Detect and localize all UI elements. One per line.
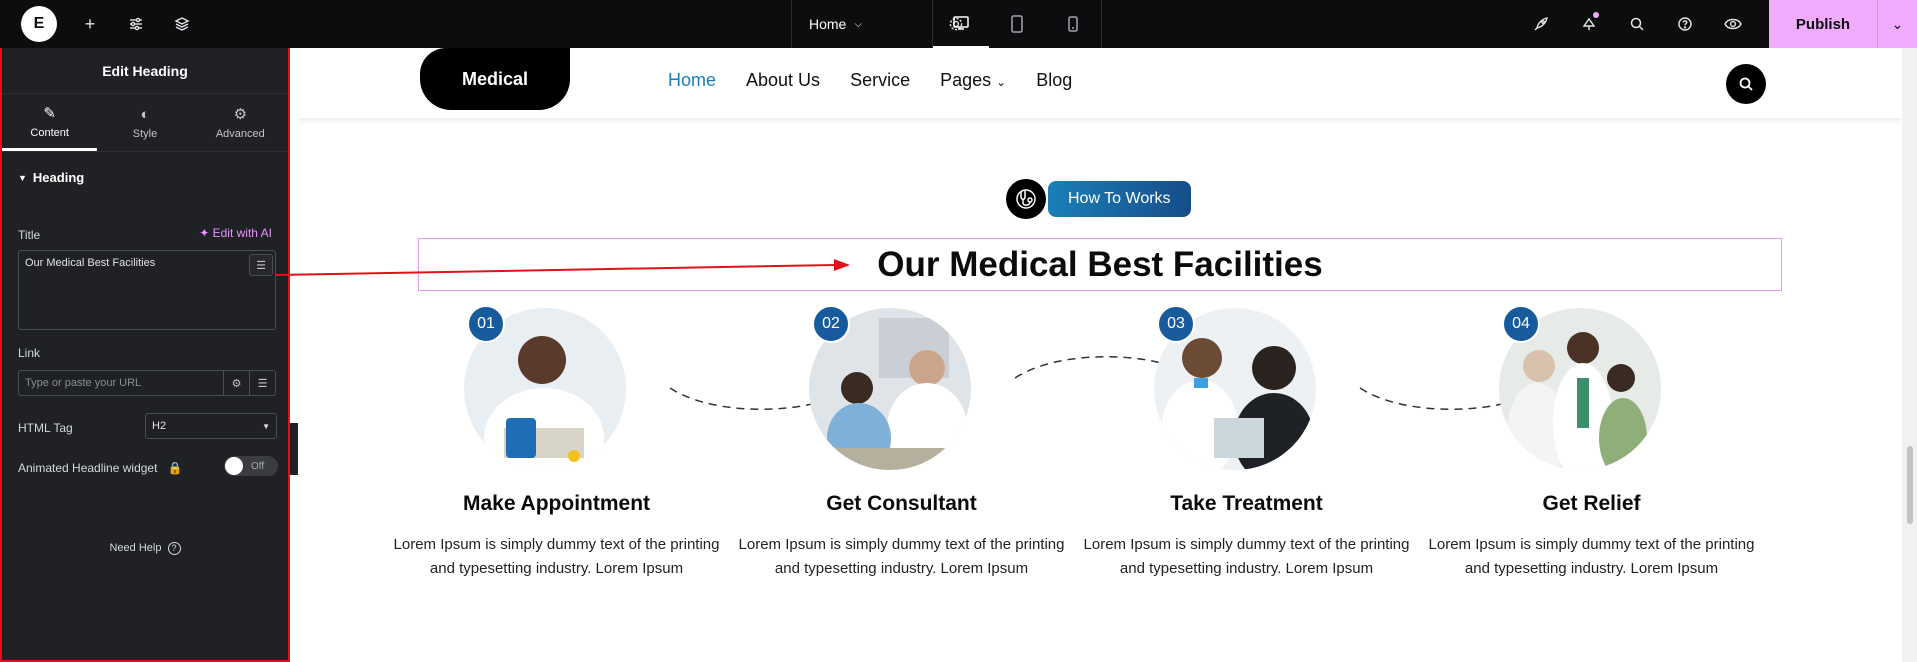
- panel-tabs: ✎ Content ◐ Style ⚙ Advanced: [2, 94, 288, 152]
- contrast-icon: ◐: [140, 105, 150, 123]
- caret-down-icon: ▼: [18, 172, 27, 183]
- rocket-icon[interactable]: [1517, 0, 1565, 48]
- nav-service[interactable]: Service: [850, 70, 910, 91]
- gear-icon: ⚙: [233, 106, 248, 123]
- tab-label: Content: [30, 126, 69, 139]
- link-url-input[interactable]: Type or paste your URL ⚙ ☰: [18, 370, 276, 396]
- html-tag-label: HTML Tag: [18, 421, 73, 435]
- link-options-gear-icon[interactable]: ⚙: [223, 371, 249, 395]
- dynamic-tags-icon[interactable]: ☰: [249, 254, 273, 276]
- chevron-down-icon: ⌄: [996, 75, 1007, 89]
- how-to-works-badge: How To Works: [1048, 181, 1191, 217]
- notifications-icon[interactable]: [1565, 0, 1613, 48]
- section-heading-toggle[interactable]: ▼ Heading: [2, 152, 288, 185]
- toggle-knob: [225, 457, 243, 475]
- page-name: Home: [809, 16, 847, 32]
- selected-heading-widget[interactable]: Our Medical Best Facilities: [418, 238, 1782, 291]
- nav-blog[interactable]: Blog: [1036, 70, 1072, 91]
- need-help-link[interactable]: Need Help ?: [2, 542, 288, 555]
- notification-dot: [1593, 12, 1599, 18]
- step-title: Take Treatment: [1170, 492, 1323, 515]
- title-control-row: Title ✦ Edit with AI: [18, 226, 272, 242]
- title-value: Our Medical Best Facilities: [25, 257, 156, 269]
- html-tag-select[interactable]: H2 ▼: [145, 413, 277, 439]
- dashed-connector: [1359, 387, 1507, 410]
- panel-title: Edit Heading: [2, 48, 288, 94]
- help-circle-icon: ?: [167, 542, 181, 555]
- site-nav: Home About Us Service Pages ⌄ Blog: [668, 70, 1072, 91]
- section-badge: How To Works: [1006, 179, 1191, 219]
- step-number-badge: 02: [812, 305, 850, 343]
- page-selector[interactable]: Home ⌵: [791, 0, 932, 48]
- step-description: Lorem Ipsum is simply dummy text of the …: [1428, 536, 1755, 577]
- tab-content[interactable]: ✎ Content: [2, 94, 98, 151]
- site-header: Medical Home About Us Service Pages ⌄ Bl…: [298, 48, 1902, 118]
- animated-headline-toggle[interactable]: Off: [224, 456, 278, 476]
- tab-advanced[interactable]: ⚙ Advanced: [193, 94, 288, 151]
- page-canvas: Medical Home About Us Service Pages ⌄ Bl…: [298, 48, 1902, 662]
- publish-button[interactable]: Publish: [1769, 0, 1877, 48]
- lock-icon: 🔒: [167, 461, 183, 475]
- section-title: Heading: [32, 170, 85, 185]
- link-placeholder: Type or paste your URL: [25, 377, 142, 389]
- tablet-view-icon[interactable]: [989, 0, 1045, 48]
- preview-eye-icon[interactable]: [1709, 0, 1757, 48]
- toggle-state: Off: [251, 460, 265, 472]
- help-icon[interactable]: [1661, 0, 1709, 48]
- nav-about-us[interactable]: About Us: [746, 70, 820, 91]
- site-search-icon[interactable]: [1726, 64, 1766, 104]
- edit-heading-panel: Edit Heading ✎ Content ◐ Style ⚙ Advance…: [0, 48, 290, 662]
- edit-with-ai-label: Edit with AI: [212, 226, 272, 240]
- step-description: Lorem Ipsum is simply dummy text of the …: [393, 536, 720, 577]
- select-caret-icon: ▼: [262, 421, 270, 431]
- step-description: Lorem Ipsum is simply dummy text of the …: [1083, 536, 1410, 577]
- search-icon[interactable]: [1613, 0, 1661, 48]
- step-title: Make Appointment: [462, 492, 651, 515]
- pencil-icon: ✎: [43, 104, 56, 122]
- canvas-scrollbar[interactable]: [1902, 48, 1917, 662]
- add-element-icon[interactable]: +: [67, 0, 113, 48]
- ai-sparkle-icon: ✦: [199, 226, 210, 240]
- step-description: Lorem Ipsum is simply dummy text of the …: [738, 536, 1065, 577]
- title-textarea[interactable]: Our Medical Best Facilities ☰: [18, 250, 276, 330]
- publish-options-chevron-icon[interactable]: ⌄: [1877, 0, 1917, 48]
- edit-with-ai-button[interactable]: ✦ Edit with AI: [199, 226, 272, 240]
- scrollbar-thumb[interactable]: [1907, 446, 1913, 524]
- tab-label: Style: [132, 127, 158, 140]
- site-settings-icon[interactable]: [113, 0, 159, 48]
- step-number-badge: 03: [1157, 305, 1195, 343]
- editor-topbar: E + Home ⌵ Publish ⌄: [0, 0, 1917, 48]
- nav-home[interactable]: Home: [668, 70, 716, 91]
- need-help-label: Need Help: [109, 542, 162, 554]
- step-number-badge: 04: [1502, 305, 1540, 343]
- title-label: Title: [18, 228, 41, 242]
- tab-style[interactable]: ◐ Style: [97, 94, 192, 151]
- animated-headline-label: Animated Headline widget: [18, 461, 158, 475]
- dashed-connector: [1014, 356, 1162, 379]
- stethoscope-icon: [1006, 179, 1046, 219]
- html-tag-value: H2: [152, 420, 167, 432]
- mobile-view-icon[interactable]: [1045, 0, 1101, 48]
- desktop-view-icon[interactable]: [933, 0, 989, 48]
- layers-icon[interactable]: [159, 0, 205, 48]
- site-logo[interactable]: Medical: [420, 48, 570, 110]
- nav-pages-label: Pages: [940, 70, 992, 90]
- step-title: Get Relief: [1542, 492, 1641, 515]
- link-control-row: Link: [18, 344, 272, 362]
- section-heading: Our Medical Best Facilities: [877, 244, 1323, 284]
- chevron-down-icon: ⌵: [854, 18, 862, 30]
- link-label: Link: [18, 346, 41, 360]
- elementor-logo-icon[interactable]: E: [21, 6, 57, 42]
- step-number-badge: 01: [467, 305, 505, 343]
- step-title: Get Consultant: [826, 492, 977, 515]
- dashed-connector: [669, 387, 817, 410]
- tab-label: Advanced: [215, 128, 265, 140]
- link-dynamic-tags-icon[interactable]: ☰: [249, 371, 275, 395]
- nav-pages[interactable]: Pages ⌄: [940, 70, 1006, 91]
